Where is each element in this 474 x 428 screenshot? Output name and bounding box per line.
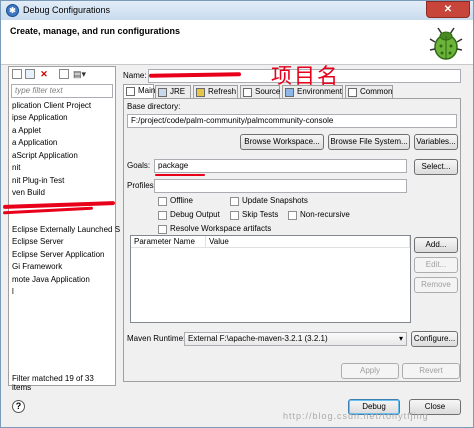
bug-icon	[429, 27, 463, 60]
watermark: http://blog.csdn.net/tonytfjing	[283, 411, 429, 421]
add-parameter-button[interactable]: Add...	[414, 237, 458, 253]
resolve-workspace-checkbox[interactable]	[158, 225, 167, 234]
collapse-all-icon[interactable]	[59, 69, 69, 79]
main-tab-panel: Base directory: F:/project/code/palm-com…	[123, 98, 461, 382]
update-snapshots-checkbox[interactable]	[230, 197, 239, 206]
profiles-label: Profiles:	[127, 181, 156, 190]
tab-label: Environment	[297, 87, 342, 96]
tab-source[interactable]: Source	[240, 85, 280, 98]
maven-runtime-label: Maven Runtime:	[127, 334, 186, 343]
close-window-button[interactable]: ✕	[426, 1, 470, 18]
tree-item[interactable]: ven Build	[12, 188, 45, 197]
tab-label: Common	[360, 87, 393, 96]
tab-common[interactable]: Common	[345, 85, 393, 98]
browse-file-system-button[interactable]: Browse File System...	[328, 134, 410, 150]
parameter-name-header[interactable]: Parameter Name	[131, 236, 206, 248]
common-tab-icon	[348, 88, 357, 97]
base-directory-input[interactable]: F:/project/code/palm-community/palmcommu…	[127, 114, 457, 128]
filter-input[interactable]: type filter text	[11, 84, 113, 98]
tab-label: Main	[138, 86, 156, 95]
profiles-input[interactable]	[154, 179, 407, 193]
tree-item[interactable]: aScript Application	[12, 151, 78, 160]
variables-button[interactable]: Variables...	[414, 134, 458, 150]
configuration-editor: Name: 项目名 Main JRE Refresh Source Enviro…	[119, 64, 465, 386]
browse-workspace-button[interactable]: Browse Workspace...	[240, 134, 324, 150]
tree-item[interactable]: mote Java Application	[12, 275, 90, 284]
delete-icon[interactable]: ✕	[39, 69, 49, 79]
tab-environment[interactable]: Environment	[282, 85, 343, 98]
skip-tests-label: Skip Tests	[242, 210, 279, 219]
filter-icon[interactable]: ▤▾	[73, 69, 86, 79]
configuration-tree-pane: ✕ ▤▾ type filter text plication Client P…	[2, 66, 120, 392]
tab-label: Refresh	[208, 87, 237, 96]
source-tab-icon	[243, 88, 252, 97]
maven-runtime-value: External F:\apache-maven-3.2.1 (3.2.1)	[188, 334, 328, 343]
tree-item-empty[interactable]: l	[12, 287, 14, 296]
tab-label: JRE	[170, 87, 186, 96]
non-recursive-label: Non-recursive	[300, 210, 350, 219]
debug-output-label: Debug Output	[170, 210, 220, 219]
tree-item[interactable]: a Application	[12, 138, 57, 147]
maven-runtime-select[interactable]: External F:\apache-maven-3.2.1 (3.2.1) ▾	[184, 332, 407, 346]
tree-item[interactable]: nit Plug-in Test	[12, 176, 64, 185]
main-tab-icon	[126, 87, 135, 96]
jre-tab-icon	[158, 88, 167, 97]
header-message: Create, manage, and run configurations	[10, 26, 181, 36]
tree-item[interactable]: plication Client Project	[12, 101, 91, 110]
tab-label: Source	[255, 87, 281, 96]
filter-status: Filter matched 19 of 33 items	[12, 374, 94, 392]
dropdown-arrow-icon: ▾	[398, 334, 403, 343]
tree-item[interactable]: Eclipse Server Application	[12, 250, 105, 259]
offline-checkbox[interactable]	[158, 197, 167, 206]
tree-item[interactable]: Eclipse Externally Launched S	[12, 225, 120, 234]
tree-item[interactable]: Gi Framework	[12, 262, 62, 271]
edit-parameter-button[interactable]: Edit...	[414, 257, 458, 273]
tree-item[interactable]: nit	[12, 163, 20, 172]
tree-item[interactable]: ipse Application	[12, 113, 68, 122]
configure-runtime-button[interactable]: Configure...	[411, 331, 458, 347]
non-recursive-checkbox[interactable]	[288, 211, 297, 220]
refresh-tab-icon	[196, 88, 205, 97]
environment-tab-icon	[285, 88, 294, 97]
tree-item[interactable]: Eclipse Server	[12, 237, 64, 246]
dialog-header: Create, manage, and run configurations	[1, 20, 473, 65]
window-title: Debug Configurations	[23, 5, 111, 15]
tab-refresh[interactable]: Refresh	[193, 85, 238, 98]
dialog-window: ✱ Debug Configurations ✕ Create, manage,…	[0, 0, 474, 428]
duplicate-icon[interactable]	[25, 69, 35, 79]
skip-tests-checkbox[interactable]	[230, 211, 239, 220]
new-config-icon[interactable]	[12, 69, 22, 79]
tab-jre[interactable]: JRE	[155, 85, 191, 98]
offline-label: Offline	[170, 196, 193, 205]
base-directory-label: Base directory:	[127, 102, 181, 111]
select-goals-button[interactable]: Select...	[414, 159, 458, 175]
debug-output-checkbox[interactable]	[158, 211, 167, 220]
minimize-button[interactable]	[399, 2, 423, 17]
revert-button[interactable]: Revert	[402, 363, 460, 379]
resolve-workspace-label: Resolve Workspace artifacts	[170, 224, 272, 233]
goals-input[interactable]: package	[154, 159, 407, 173]
apply-button[interactable]: Apply	[341, 363, 399, 379]
goals-label: Goals:	[127, 161, 151, 170]
title-bar: ✱ Debug Configurations ✕	[1, 1, 473, 20]
name-label: Name:	[123, 71, 147, 80]
goals-underline	[155, 174, 205, 176]
update-snapshots-label: Update Snapshots	[242, 196, 308, 205]
remove-parameter-button[interactable]: Remove	[414, 277, 458, 293]
debug-app-icon: ✱	[6, 4, 19, 17]
help-icon[interactable]: ?	[12, 400, 25, 413]
parameters-table[interactable]: Parameter Name Value	[130, 235, 411, 323]
tree-item[interactable]: a Applet	[12, 126, 41, 135]
value-header[interactable]: Value	[206, 236, 410, 248]
tab-main[interactable]: Main	[123, 84, 156, 99]
